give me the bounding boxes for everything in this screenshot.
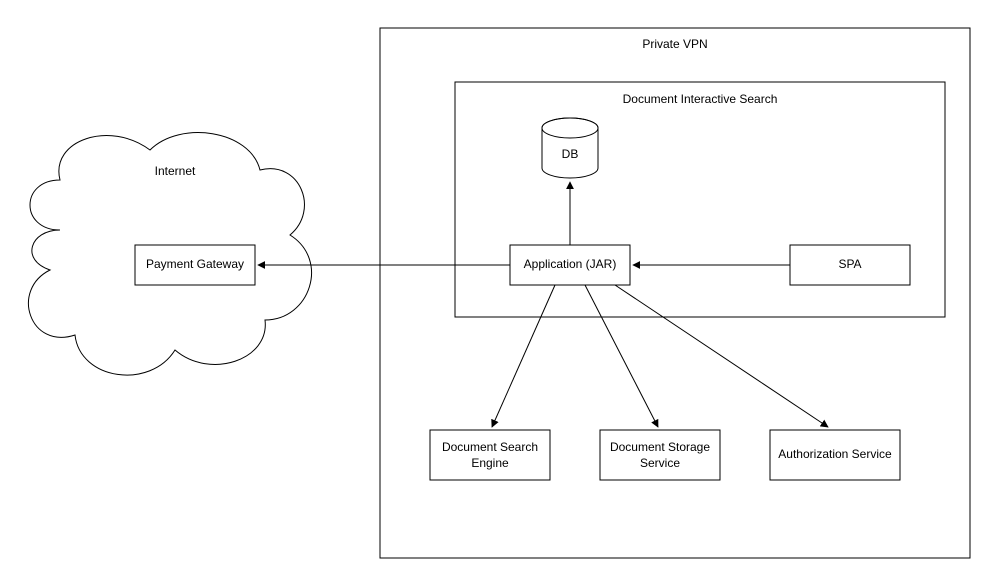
spa-label: SPA: [838, 257, 861, 271]
doc-storage-service-label-2: Service: [640, 456, 680, 470]
spa-box: SPA: [790, 245, 910, 285]
db-cylinder: DB: [542, 118, 598, 178]
payment-gateway-label: Payment Gateway: [146, 257, 244, 271]
authorization-service-box: Authorization Service: [770, 430, 900, 480]
application-label: Application (JAR): [524, 257, 617, 271]
private-vpn-label: Private VPN: [642, 37, 707, 51]
architecture-diagram: Internet Payment Gateway Private VPN Doc…: [0, 0, 1004, 579]
doc-search-engine-label-1: Document Search: [442, 440, 538, 454]
doc-search-engine-box: Document Search Engine: [430, 430, 550, 480]
internet-label: Internet: [155, 164, 196, 178]
doc-interactive-search-label: Document Interactive Search: [623, 92, 778, 106]
application-box: Application (JAR): [510, 245, 630, 285]
doc-storage-service-label-1: Document Storage: [610, 440, 710, 454]
payment-gateway-box: Payment Gateway: [135, 245, 255, 285]
doc-storage-service-box: Document Storage Service: [600, 430, 720, 480]
doc-search-engine-label-2: Engine: [471, 456, 509, 470]
arrow-app-to-search: [492, 285, 555, 427]
authorization-service-label: Authorization Service: [778, 447, 892, 461]
db-label: DB: [562, 147, 579, 161]
